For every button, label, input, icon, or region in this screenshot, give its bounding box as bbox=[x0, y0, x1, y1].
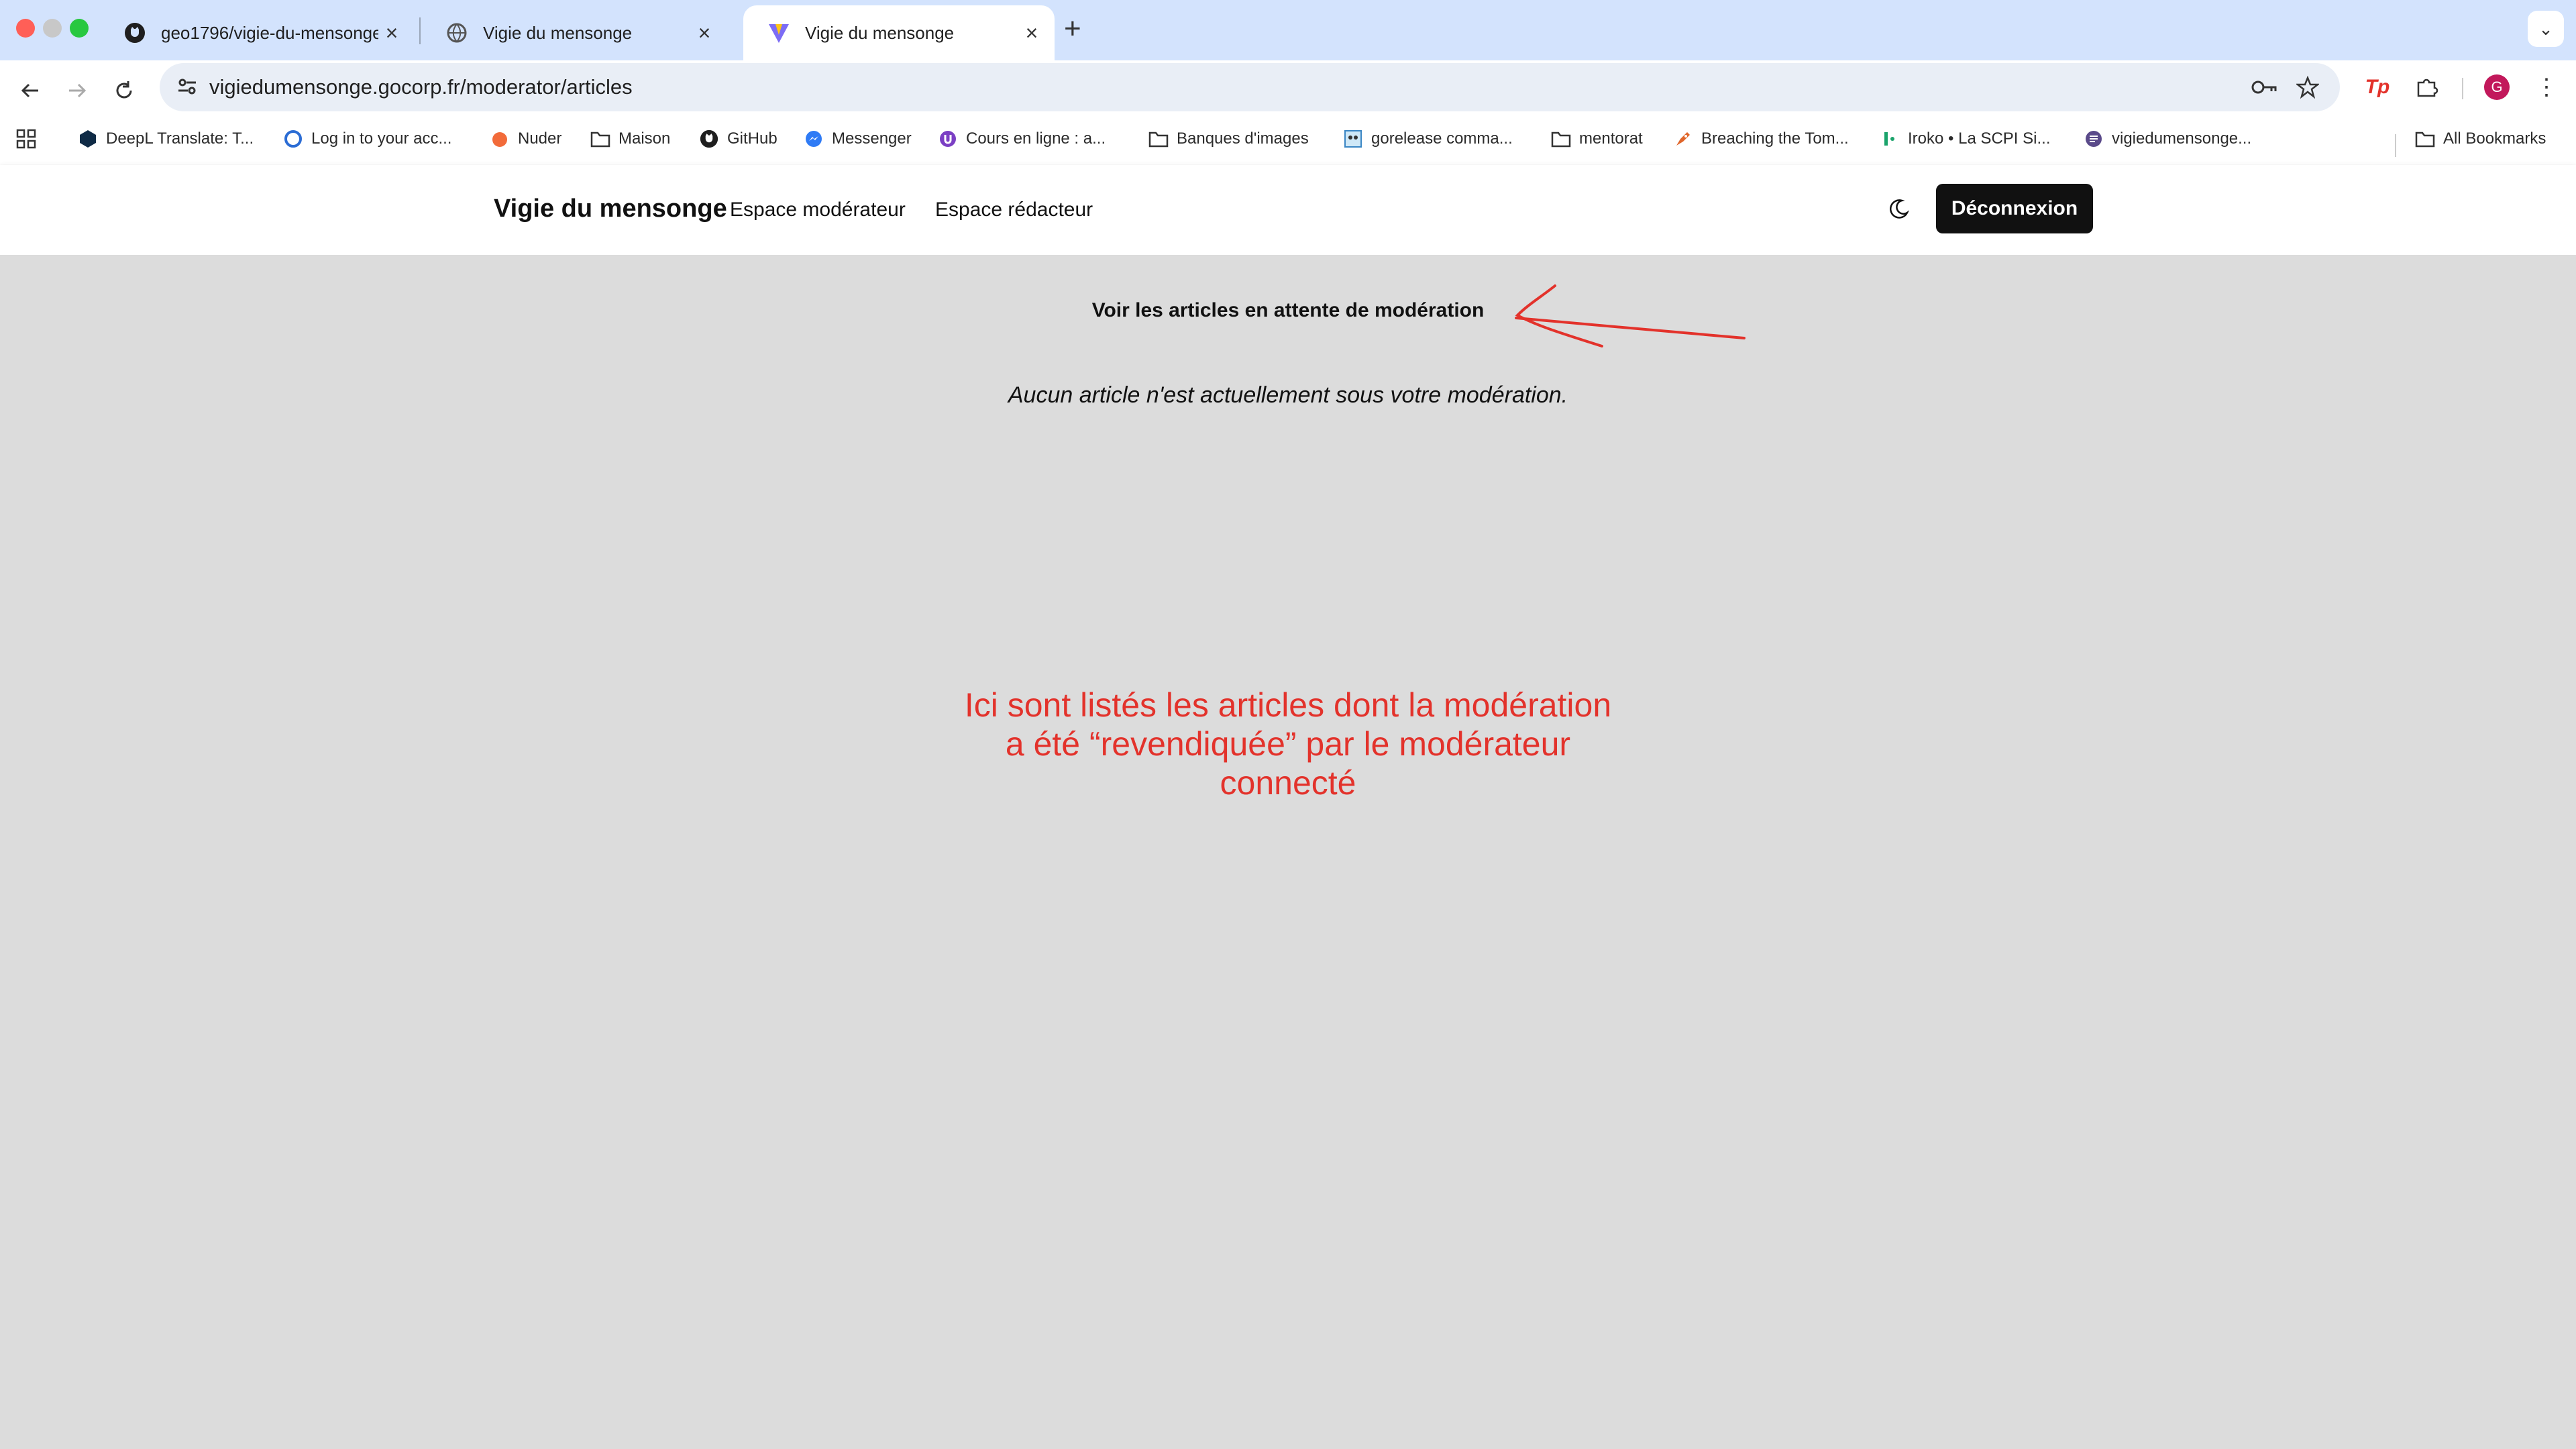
vite-icon bbox=[767, 21, 790, 44]
close-tab-icon[interactable]: × bbox=[1018, 21, 1045, 46]
bookmark-label: gorelease comma... bbox=[1371, 129, 1513, 148]
annotation-line: a été “revendiquée” par le modérateur bbox=[1005, 725, 1571, 763]
bookmark-item[interactable]: Maison bbox=[590, 129, 670, 149]
tab-title: Vigie du mensonge bbox=[805, 22, 955, 43]
close-tab-icon[interactable]: × bbox=[691, 21, 718, 46]
github-icon bbox=[123, 21, 146, 44]
annotation-note: Ici sont listés les articles dont la mod… bbox=[926, 686, 1650, 802]
bookmark-item[interactable]: mentorat bbox=[1551, 129, 1643, 149]
bookmark-item[interactable]: DeepL Translate: T... bbox=[78, 129, 254, 149]
login-icon bbox=[283, 129, 303, 149]
bookmark-item[interactable]: Banques d'images bbox=[1148, 129, 1309, 149]
bookmark-item[interactable]: Breaching the Tom... bbox=[1673, 129, 1849, 149]
bookmark-item[interactable]: Nuder bbox=[490, 129, 561, 149]
bookmark-label: Iroko • La SCPI Si... bbox=[1908, 129, 2051, 148]
new-tab-button[interactable]: + bbox=[1064, 12, 1081, 46]
annotation-line: connecté bbox=[1220, 764, 1356, 802]
browser-menu-icon[interactable]: ⋮ bbox=[2529, 70, 2564, 105]
rocket-icon bbox=[1673, 129, 1693, 149]
address-bar[interactable]: vigiedumensonge.gocorp.fr/moderator/arti… bbox=[160, 63, 2340, 111]
logout-button[interactable]: Déconnexion bbox=[1936, 184, 2093, 233]
bookmark-item[interactable]: Iroko • La SCPI Si... bbox=[1880, 129, 2050, 149]
globe-icon bbox=[445, 21, 468, 44]
tab-title: geo1796/vigie-du-mensonge bbox=[161, 22, 378, 43]
back-button[interactable] bbox=[13, 74, 47, 107]
bookmark-label: Nuder bbox=[518, 129, 562, 148]
bookmark-label: mentorat bbox=[1579, 129, 1643, 148]
reload-button[interactable] bbox=[107, 74, 141, 107]
browser-tab-active[interactable]: Vigie du mensonge × bbox=[743, 5, 1055, 60]
maximize-window-button[interactable] bbox=[70, 19, 89, 38]
folder-icon bbox=[2415, 129, 2435, 149]
forward-button[interactable] bbox=[60, 74, 94, 107]
bookmark-label: Banques d'images bbox=[1177, 129, 1309, 148]
site-icon bbox=[2084, 129, 2104, 149]
dark-mode-moon-icon[interactable] bbox=[1884, 195, 1913, 224]
tab-title: Vigie du mensonge bbox=[483, 22, 633, 43]
bookmark-label: Messenger bbox=[832, 129, 912, 148]
course-icon bbox=[938, 129, 958, 149]
extension-tp-icon[interactable]: Tp bbox=[2360, 70, 2395, 105]
apps-grid-icon[interactable] bbox=[16, 129, 36, 149]
tab-search-chevron-icon[interactable]: ⌄ bbox=[2528, 11, 2564, 47]
bookmark-item[interactable]: gorelease comma... bbox=[1343, 129, 1513, 149]
bookmark-item[interactable]: Messenger bbox=[804, 129, 912, 149]
bookmark-label: Maison bbox=[619, 129, 671, 148]
bookmark-item[interactable]: Log in to your acc... bbox=[283, 129, 451, 149]
nav-moderator-space[interactable]: Espace modérateur bbox=[730, 199, 906, 221]
password-key-icon[interactable] bbox=[2250, 72, 2279, 102]
browser-toolbar: vigiedumensonge.gocorp.fr/moderator/arti… bbox=[0, 60, 2576, 172]
close-window-button[interactable] bbox=[16, 19, 35, 38]
browser-tab[interactable]: Vigie du mensonge × bbox=[421, 5, 727, 60]
close-tab-icon[interactable]: × bbox=[378, 21, 405, 46]
bookmark-item[interactable]: vigiedumensonge... bbox=[2084, 129, 2251, 149]
annotation-arrow bbox=[1515, 284, 1746, 347]
browser-tab-bar: geo1796/vigie-du-mensonge × Vigie du men… bbox=[0, 0, 2576, 60]
site-settings-icon[interactable] bbox=[176, 75, 199, 101]
folder-icon bbox=[1551, 129, 1571, 149]
bookmark-item[interactable]: Cours en ligne : a... bbox=[938, 129, 1106, 149]
bookmark-label: Log in to your acc... bbox=[311, 129, 452, 148]
profile-initial: G bbox=[2484, 74, 2510, 100]
nav-editor-space[interactable]: Espace rédacteur bbox=[935, 199, 1093, 221]
browser-tab[interactable]: geo1796/vigie-du-mensonge × bbox=[99, 5, 415, 60]
peach-icon bbox=[490, 129, 510, 149]
all-bookmarks-button[interactable]: All Bookmarks bbox=[2415, 129, 2546, 149]
deepl-icon bbox=[78, 129, 98, 149]
folder-icon bbox=[590, 129, 610, 149]
minimize-window-button[interactable] bbox=[43, 19, 62, 38]
main-content: Voir les articles en attente de modérati… bbox=[0, 255, 2576, 1449]
extensions-puzzle-icon[interactable] bbox=[2410, 70, 2445, 105]
bookmark-label: Cours en ligne : a... bbox=[966, 129, 1106, 148]
brand-title[interactable]: Vigie du mensonge bbox=[494, 195, 727, 223]
bookmark-item[interactable]: GitHub bbox=[699, 129, 777, 149]
avatar[interactable]: G bbox=[2479, 70, 2514, 105]
bookmark-label: Breaching the Tom... bbox=[1701, 129, 1849, 148]
folder-icon bbox=[1148, 129, 1169, 149]
bookmark-label: GitHub bbox=[727, 129, 777, 148]
app-header: Vigie du mensonge Espace modérateur Espa… bbox=[0, 165, 2576, 255]
messenger-icon bbox=[804, 129, 824, 149]
url-text[interactable]: vigiedumensonge.gocorp.fr/moderator/arti… bbox=[209, 75, 633, 99]
bookmark-label: DeepL Translate: T... bbox=[106, 129, 254, 148]
iroko-icon bbox=[1880, 129, 1900, 149]
empty-state-message: Aucun article n'est actuellement sous vo… bbox=[1008, 382, 1568, 408]
annotation-line: Ici sont listés les articles dont la mod… bbox=[964, 686, 1612, 724]
bookmarks-bar: DeepL Translate: T... Log in to your acc… bbox=[0, 117, 2576, 172]
github-icon bbox=[699, 129, 719, 149]
all-bookmarks-label: All Bookmarks bbox=[2443, 129, 2546, 148]
bookmark-star-icon[interactable] bbox=[2293, 72, 2322, 102]
gopher-icon bbox=[1343, 129, 1363, 149]
bookmark-label: vigiedumensonge... bbox=[2112, 129, 2252, 148]
